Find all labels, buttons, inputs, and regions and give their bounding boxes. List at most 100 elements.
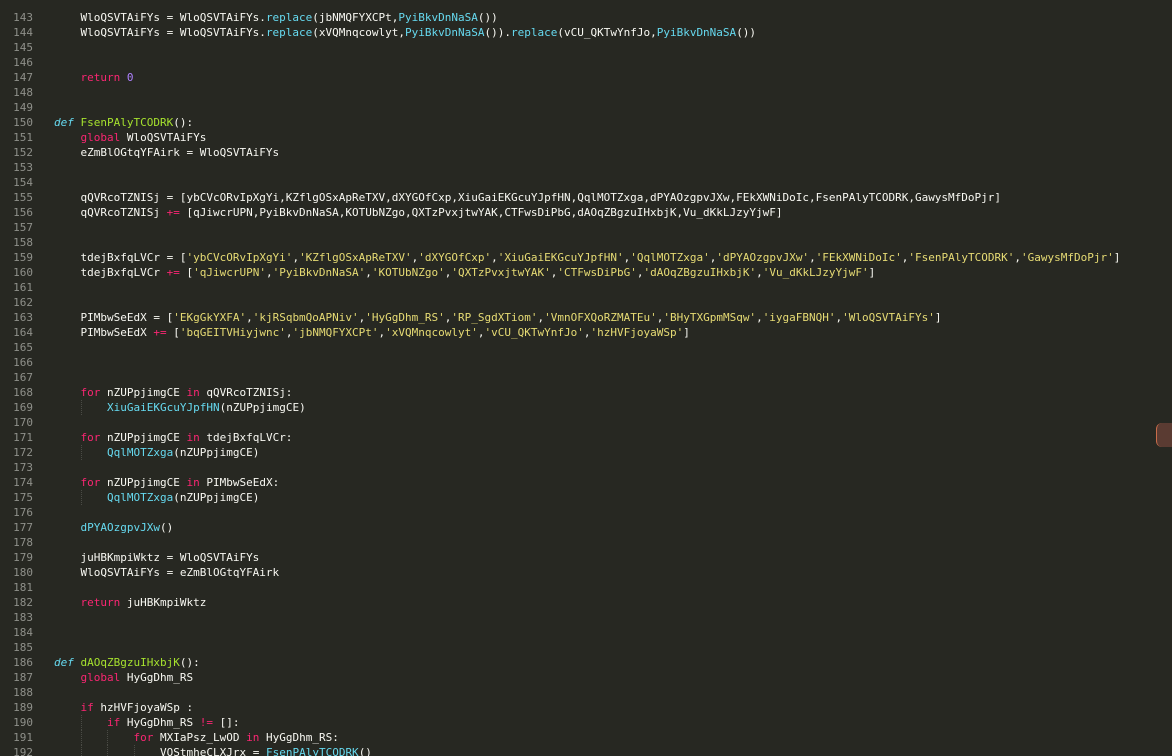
code-token: 'RP_SgdXTiom': [451, 311, 538, 324]
code-token: for: [80, 431, 101, 444]
code-line[interactable]: 191 for MXIaPsz_LwOD in HyGgDhm_RS:: [0, 730, 1150, 745]
code-line[interactable]: 152 eZmBlOGtqYFAirk = WloQSVTAiFYs: [0, 145, 1150, 160]
code-text: for nZUPpjimgCE in tdejBxfqLVCr:: [33, 430, 1150, 445]
code-line[interactable]: 161: [0, 280, 1150, 295]
code-line[interactable]: 186 def dAOqZBgzuIHxbjK():: [0, 655, 1150, 670]
code-token: [qJiwcrUPN,PyiBkvDnNaSA,KOTUbNZgo,QXTzPv…: [179, 206, 783, 219]
indent-guide: [80, 745, 82, 756]
code-line[interactable]: 167: [0, 370, 1150, 385]
code-line[interactable]: 175 QqlMOTZxga(nZUPpjimgCE): [0, 490, 1150, 505]
line-number: 160: [13, 266, 33, 279]
line-number: 190: [13, 716, 33, 729]
code-line[interactable]: 169 XiuGaiEKGcuYJpfHN(nZUPpjimgCE): [0, 400, 1150, 415]
line-number: 189: [13, 701, 33, 714]
code-line[interactable]: 172 QqlMOTZxga(nZUPpjimgCE): [0, 445, 1150, 460]
code-token: for: [133, 731, 154, 744]
code-token: ,: [265, 266, 273, 279]
code-token: ,: [477, 326, 485, 339]
code-line[interactable]: 148: [0, 85, 1150, 100]
code-line[interactable]: 179 juHBKmpiWktz = WloQSVTAiFYs: [0, 550, 1150, 565]
code-line[interactable]: 155 qQVRcoTZNISj = [ybCVcORvIpXgYi,KZflgO…: [0, 190, 1150, 205]
code-line[interactable]: 153: [0, 160, 1150, 175]
code-editor[interactable]: 143 WloQSVTAiFYs = WloQSVTAiFYs.replace(j…: [0, 0, 1172, 756]
code-token: PIMbwSeEdX:: [199, 476, 280, 489]
code-line[interactable]: 176: [0, 505, 1150, 520]
code-text: if hzHVFjoyaWSp :: [33, 700, 1150, 715]
code-line[interactable]: 146: [0, 55, 1150, 70]
code-token: 'KZflgOSxApReTXV': [299, 251, 412, 264]
code-token: WloQSVTAiFYs: [120, 131, 207, 144]
code-token: tdejBxfqLVCr = [: [80, 251, 187, 264]
code-line[interactable]: 189 if hzHVFjoyaWSp :: [0, 700, 1150, 715]
code-token: 'VmnOFXQoRZMATEu': [544, 311, 657, 324]
code-line[interactable]: 183: [0, 610, 1150, 625]
code-line[interactable]: 190 if HyGgDhm_RS != []:: [0, 715, 1150, 730]
line-number: 173: [13, 461, 33, 474]
code-line[interactable]: 185: [0, 640, 1150, 655]
code-line[interactable]: 147 return 0: [0, 70, 1150, 85]
code-line[interactable]: 166: [0, 355, 1150, 370]
code-line[interactable]: 157: [0, 220, 1150, 235]
code-line[interactable]: 145: [0, 40, 1150, 55]
code-line[interactable]: 165: [0, 340, 1150, 355]
code-line[interactable]: 163 PIMbwSeEdX = ['EKgGkYXFA','kjRSqbmQoA…: [0, 310, 1150, 325]
line-number: 163: [13, 311, 33, 324]
code-token: ,: [1014, 251, 1021, 264]
code-line[interactable]: 177 dPYAOzgpvJXw(): [0, 520, 1150, 535]
line-number: 161: [13, 281, 33, 294]
code-line[interactable]: 162: [0, 295, 1150, 310]
code-line[interactable]: 160 tdejBxfqLVCr += ['qJiwcrUPN','PyiBkvD…: [0, 265, 1150, 280]
code-line[interactable]: 188: [0, 685, 1150, 700]
code-line[interactable]: 170: [0, 415, 1150, 430]
line-number: 150: [13, 116, 33, 129]
code-line[interactable]: 181: [0, 580, 1150, 595]
code-line[interactable]: 159 tdejBxfqLVCr = ['ybCVcORvIpXgYi', 'KZf…: [0, 250, 1150, 265]
code-token: hzHVFjoyaWSp :: [93, 701, 194, 714]
code-token: !=: [199, 716, 213, 729]
code-token: (nZUPpjimgCE): [173, 491, 260, 504]
code-token: juHBKmpiWktz = WloQSVTAiFYs: [80, 551, 260, 564]
line-number: 147: [13, 71, 33, 84]
code-token: PyiBkvDnNaSA: [398, 11, 478, 24]
code-token: 'vCU_QKTwYnfJo': [484, 326, 584, 339]
code-line[interactable]: 192 VOStmheCLXJrx = FsenPAlyTCODRK(): [0, 745, 1150, 756]
code-line[interactable]: 174 for nZUPpjimgCE in PIMbwSeEdX:: [0, 475, 1150, 490]
code-line[interactable]: 164 PIMbwSeEdX += ['bqGEITVHiyjwnc', 'jbNM…: [0, 325, 1150, 340]
code-token: PyiBkvDnNaSA: [656, 26, 737, 39]
code-line[interactable]: 184: [0, 625, 1150, 640]
code-token: HyGgDhm_RS: [120, 671, 194, 684]
code-line[interactable]: 154: [0, 175, 1150, 190]
minimap-marker[interactable]: [1156, 423, 1172, 447]
code-line[interactable]: 173: [0, 460, 1150, 475]
code-line[interactable]: 144 WloQSVTAiFYs = WloQSVTAiFYs.replace(x…: [0, 25, 1150, 40]
code-line[interactable]: 149: [0, 100, 1150, 115]
code-token: for: [80, 476, 101, 489]
code-line[interactable]: 178: [0, 535, 1150, 550]
code-token: (jbNMQFYXCPt,: [312, 11, 399, 24]
code-line[interactable]: 187 global HyGgDhm_RS: [0, 670, 1150, 685]
indent-guide: [107, 745, 108, 756]
code-lines: 143 WloQSVTAiFYs = WloQSVTAiFYs.replace(j…: [0, 10, 1150, 756]
code-text: VOStmheCLXJrx = FsenPAlyTCODRK(): [33, 745, 1150, 756]
code-token: +=: [153, 326, 167, 339]
code-line[interactable]: 150 def FsenPAlyTCODRK():: [0, 115, 1150, 130]
code-line[interactable]: 156 qQVRcoTZNISj += [qJiwcrUPN,PyiBkvDnNa…: [0, 205, 1150, 220]
code-line[interactable]: 168 for nZUPpjimgCE in qQVRcoTZNISj:: [0, 385, 1150, 400]
code-token: ]: [1113, 251, 1121, 264]
code-line[interactable]: 151 global WloQSVTAiFYs: [0, 130, 1150, 145]
code-token: 'hzHVFjoyaWSp': [590, 326, 684, 339]
code-line[interactable]: 143 WloQSVTAiFYs = WloQSVTAiFYs.replace(j…: [0, 10, 1150, 25]
code-line[interactable]: 158: [0, 235, 1150, 250]
code-line[interactable]: 182 return juHBKmpiWktz: [0, 595, 1150, 610]
code-token: ]: [868, 266, 876, 279]
code-token: 'Vu_dKkLJzyYjwF': [762, 266, 869, 279]
code-line[interactable]: 180 WloQSVTAiFYs = eZmBlOGtqYFAirk: [0, 565, 1150, 580]
code-token: []:: [212, 716, 240, 729]
line-number: 152: [13, 146, 33, 159]
code-line[interactable]: 171 for nZUPpjimgCE in tdejBxfqLVCr:: [0, 430, 1150, 445]
